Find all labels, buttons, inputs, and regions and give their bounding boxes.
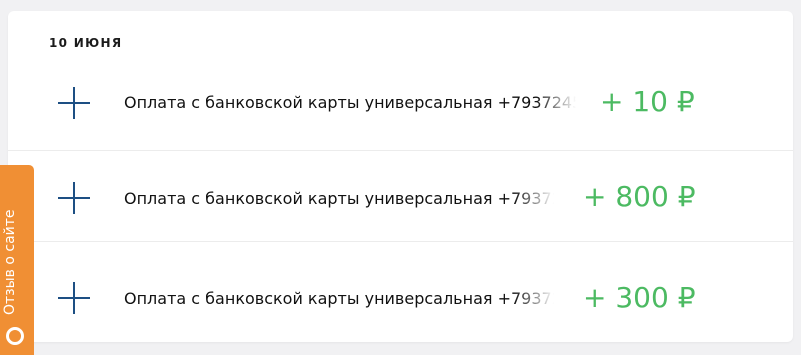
feedback-icon <box>6 327 24 345</box>
plus-icon <box>58 182 90 214</box>
transaction-amount: + 10 ₽ <box>600 85 695 118</box>
transaction-row[interactable]: Оплата с банковской карты универсальная … <box>8 59 793 150</box>
date-header: 10 ИЮНЯ <box>49 36 123 50</box>
transaction-description: Оплата с банковской карты универсальная … <box>124 289 554 308</box>
transaction-row[interactable]: Оплата с банковской карты универсальная … <box>8 150 793 242</box>
transaction-amount: + 300 ₽ <box>583 281 696 314</box>
plus-icon <box>58 87 90 119</box>
transaction-row[interactable]: Оплата с банковской карты универсальная … <box>8 241 793 342</box>
transactions-card: 10 ИЮНЯ Оплата с банковской карты универ… <box>8 11 793 342</box>
plus-icon <box>58 282 90 314</box>
feedback-tab-label: Отзыв о сайте <box>2 209 18 315</box>
transaction-amount: + 800 ₽ <box>583 180 696 213</box>
transaction-description: Оплата с банковской карты универсальная … <box>124 93 576 112</box>
transaction-description: Оплата с банковской карты универсальная … <box>124 189 554 208</box>
feedback-tab-button[interactable]: Отзыв о сайте <box>0 165 34 355</box>
